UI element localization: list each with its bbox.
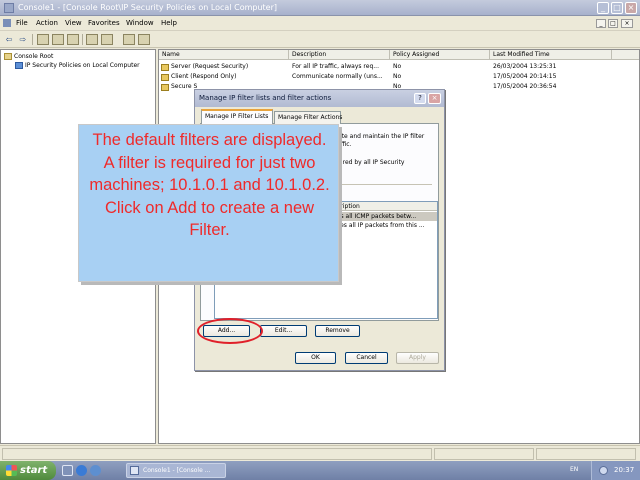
status-cell	[536, 448, 636, 460]
console-menu-icon[interactable]	[3, 19, 11, 27]
filter-list-item[interactable]: ches all IP packets from this ...	[329, 221, 437, 230]
policy-icon	[161, 73, 169, 81]
dialog-close-button[interactable]: ×	[428, 93, 441, 104]
manage-filters-icon[interactable]	[123, 34, 135, 45]
folder-icon	[4, 53, 12, 60]
list-header: Name Description Policy Assigned Last Mo…	[159, 50, 639, 60]
minimize-button[interactable]: _	[597, 2, 609, 14]
media-player-icon[interactable]	[90, 465, 101, 476]
tab-manage-ip-filter-lists[interactable]: Manage IP Filter Lists	[201, 109, 273, 124]
forward-arrow-icon[interactable]: ⇨	[17, 34, 29, 45]
mdi-minimize-button[interactable]: _	[596, 19, 606, 28]
console-app-icon	[130, 466, 139, 475]
edit-filter-button[interactable]: Edit...	[260, 325, 307, 337]
properties-icon[interactable]	[67, 34, 79, 45]
show-desktop-icon[interactable]	[62, 465, 73, 476]
policy-assigned: No	[393, 73, 402, 80]
help-icon[interactable]	[101, 34, 113, 45]
mdi-close-button[interactable]: ×	[621, 19, 633, 28]
clock[interactable]: 20:37	[614, 466, 634, 474]
tab-manage-filter-actions[interactable]: Manage Filter Actions	[274, 111, 342, 124]
policy-icon	[161, 63, 169, 71]
toolbar-separator	[82, 34, 83, 45]
menu-window[interactable]: Window	[126, 19, 154, 27]
network-tray-icon[interactable]	[599, 466, 608, 475]
table-row[interactable]: Server (Request Security) For all IP tra…	[159, 62, 639, 72]
dialog-instruction-line: shared by all IP Security	[332, 159, 405, 166]
dialog-instruction-line: reate and maintain the IP filter	[332, 133, 425, 140]
back-arrow-icon[interactable]: ⇦	[3, 34, 15, 45]
ok-button[interactable]: OK	[295, 352, 336, 364]
policy-modified: 17/05/2004 20:36:54	[493, 83, 557, 90]
column-header-last-modified[interactable]: Last Modified Time	[490, 50, 612, 60]
callout-text: The default filters are displayed. A fil…	[89, 131, 330, 239]
start-button[interactable]: start	[0, 461, 56, 480]
mdi-maximize-button[interactable]: □	[608, 19, 618, 28]
show-hide-tree-icon[interactable]	[52, 34, 64, 45]
apply-button: Apply	[396, 352, 439, 364]
export-list-icon[interactable]	[86, 34, 98, 45]
title-bar: Console1 - [Console Root\IP Security Pol…	[0, 0, 640, 16]
ip-security-icon	[15, 62, 23, 69]
policy-modified: 26/03/2004 13:25:31	[493, 63, 557, 70]
status-cell	[434, 448, 534, 460]
close-button[interactable]: ×	[625, 2, 637, 14]
windows-flag-icon	[6, 465, 17, 476]
column-header-description[interactable]: Description	[289, 50, 390, 60]
policy-icon	[161, 83, 169, 91]
policy-assigned: No	[393, 63, 402, 70]
table-row[interactable]: Client (Respond Only) Communicate normal…	[159, 72, 639, 82]
status-cell	[2, 448, 432, 460]
column-header-name[interactable]: Name	[159, 50, 289, 60]
dialog-title-bar: Manage IP filter lists and filter action…	[195, 90, 444, 107]
dialog-help-button[interactable]: ?	[414, 93, 426, 104]
language-indicator[interactable]: EN	[570, 466, 578, 473]
policy-description: Communicate normally (uns...	[292, 73, 383, 80]
console-app-icon	[4, 3, 14, 13]
start-label: start	[20, 465, 48, 476]
tree-node-label: IP Security Policies on Local Computer	[25, 62, 140, 69]
status-bar	[0, 445, 640, 461]
tree-node-ip-security-policies[interactable]: IP Security Policies on Local Computer	[15, 62, 140, 69]
menu-action[interactable]: Action	[36, 19, 58, 27]
new-policy-icon[interactable]	[138, 34, 150, 45]
menu-file[interactable]: File	[16, 19, 28, 27]
policy-description: For all IP traffic, always req...	[292, 63, 379, 70]
policy-name: Server (Request Security)	[171, 63, 249, 70]
remove-filter-button[interactable]: Remove	[315, 325, 360, 337]
maximize-button[interactable]: □	[611, 2, 623, 14]
tutorial-callout: The default filters are displayed. A fil…	[78, 124, 339, 282]
tree-node-console-root[interactable]: Console Root	[4, 53, 53, 60]
taskbar-button-label: Console1 - [Console ...	[143, 467, 211, 474]
menu-help[interactable]: Help	[161, 19, 177, 27]
toolbar: ⇦ ⇨	[0, 31, 640, 48]
menu-favorites[interactable]: Favorites	[88, 19, 120, 27]
policy-modified: 17/05/2004 20:14:15	[493, 73, 557, 80]
cancel-button[interactable]: Cancel	[345, 352, 388, 364]
system-tray: 20:37	[591, 461, 640, 480]
window-title: Console1 - [Console Root\IP Security Pol…	[18, 3, 277, 12]
toolbar-separator	[32, 34, 33, 45]
menu-view[interactable]: View	[65, 19, 82, 27]
taskbar: start Console1 - [Console ... EN 20:37	[0, 461, 640, 480]
up-folder-icon[interactable]	[37, 34, 49, 45]
column-header-policy-assigned[interactable]: Policy Assigned	[390, 50, 490, 60]
dialog-title: Manage IP filter lists and filter action…	[199, 94, 332, 102]
taskbar-button-console[interactable]: Console1 - [Console ...	[126, 463, 226, 478]
add-button-highlight-ring	[197, 318, 263, 344]
policy-name: Client (Respond Only)	[171, 73, 237, 80]
group-divider	[332, 184, 432, 185]
filter-list-item[interactable]: nes all ICMP packets betw...	[329, 212, 437, 221]
tree-node-label: Console Root	[14, 53, 54, 60]
menu-bar: File Action View Favorites Window Help _…	[0, 16, 640, 31]
internet-explorer-icon[interactable]	[76, 465, 87, 476]
